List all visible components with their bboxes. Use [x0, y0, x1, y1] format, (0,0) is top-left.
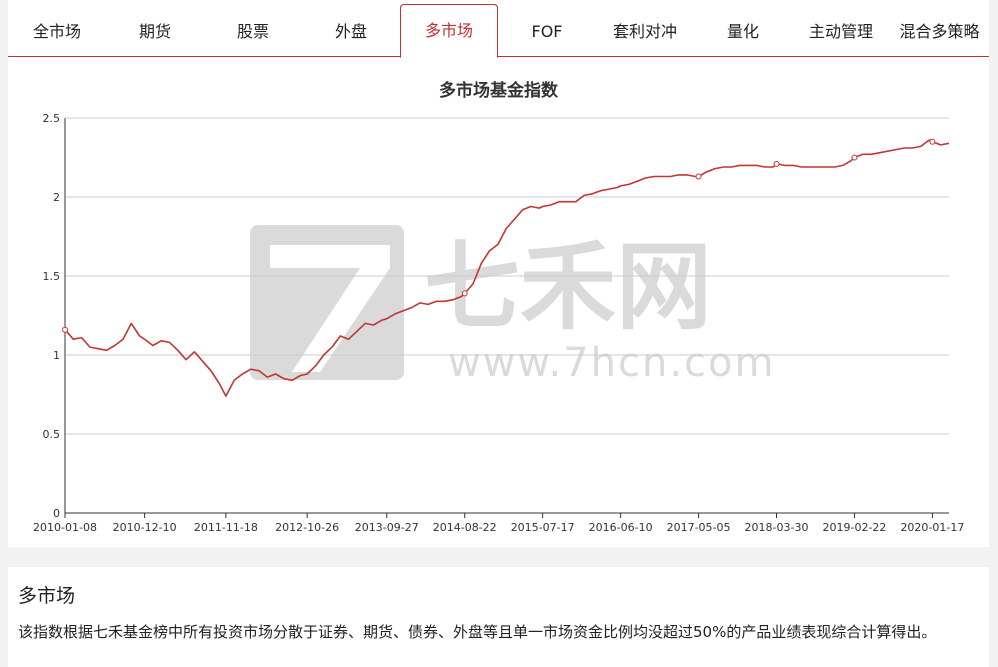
- x-tick-label: 2011-11-18: [194, 521, 258, 534]
- y-tick-label: 1: [53, 349, 60, 362]
- x-tick-label: 2013-09-27: [355, 521, 419, 534]
- data-point-marker[interactable]: [851, 154, 858, 161]
- data-point-marker[interactable]: [929, 138, 936, 145]
- data-point-marker[interactable]: [695, 173, 702, 180]
- data-point-marker[interactable]: [461, 290, 468, 297]
- chart-panel: 全市场 期货 股票 外盘 多市场 FOF 套利对冲 量化 主动管理 混合多策略 …: [8, 0, 989, 547]
- y-tick-label: 0.5: [43, 428, 61, 441]
- x-tick-label: 2016-06-10: [589, 521, 653, 534]
- y-tick-label: 2: [53, 191, 60, 204]
- x-tick-label: 2014-08-22: [433, 521, 497, 534]
- data-point-marker[interactable]: [773, 160, 780, 167]
- watermark-brand: 七禾网: [424, 231, 712, 343]
- section-description: 该指数根据七禾基金榜中所有投资市场分散于证券、期货、债券、外盘等且单一市场资金比…: [18, 623, 937, 641]
- index-description-panel: 多市场 该指数根据七禾基金榜中所有投资市场分散于证券、期货、债券、外盘等且单一市…: [8, 567, 989, 667]
- x-tick-label: 2010-01-08: [33, 521, 97, 534]
- index-line-chart: 七禾网 www.7hcn.com 0 0.5 1 1.5 2 2.5 2010-01-08 2…: [33, 112, 964, 534]
- section-title: 多市场: [18, 585, 76, 607]
- watermark: 七禾网 www.7hcn.com: [250, 225, 775, 386]
- x-tick-label: 2012-10-26: [275, 521, 339, 534]
- y-tick-label: 2.5: [43, 112, 61, 125]
- x-tick-label: 2015-07-17: [511, 521, 575, 534]
- data-point-marker[interactable]: [62, 326, 68, 333]
- y-tick-label: 1.5: [43, 270, 61, 283]
- x-tick-label: 2020-01-17: [900, 521, 964, 534]
- x-tick-label: 2019-02-22: [822, 521, 886, 534]
- watermark-url: www.7hcn.com: [448, 340, 775, 386]
- x-tick-label: 2017-05-05: [667, 521, 731, 534]
- x-tick-label: 2010-12-10: [113, 521, 177, 534]
- y-tick-label: 0: [53, 507, 60, 520]
- x-tick-label: 2018-03-30: [745, 521, 809, 534]
